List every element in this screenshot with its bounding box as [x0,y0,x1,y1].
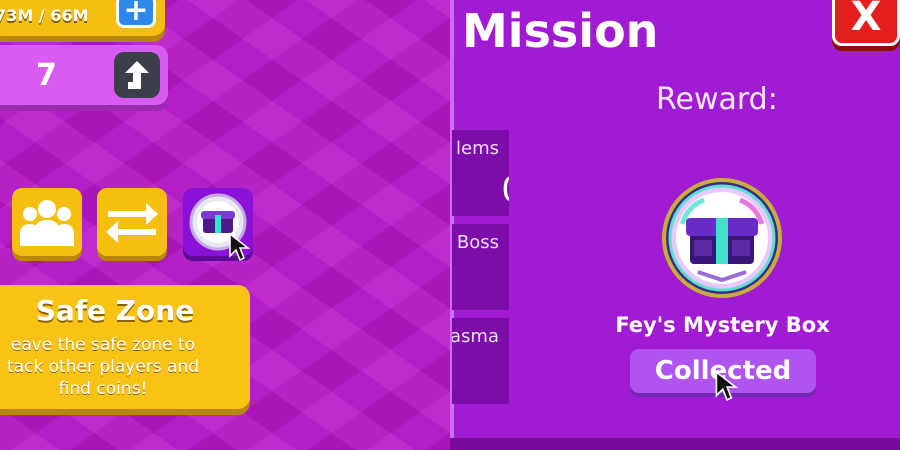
safe-zone-desc-line: eave the safe zone to [10,335,196,355]
players-button[interactable] [12,188,82,256]
upgrade-button[interactable] [114,52,160,98]
upgrade-arrow-icon [125,61,149,89]
trade-arrows-icon [106,203,158,243]
mission-card-label: lems [456,138,499,159]
safe-zone-title: Safe Zone [35,294,195,327]
mission-card[interactable]: asma [452,318,509,404]
close-icon: X [850,0,882,40]
reward-label: Reward: [656,82,778,117]
safe-zone-description: eave the safe zone to tack other players… [0,334,218,400]
buy-coins-button[interactable]: + [116,0,156,28]
mission-card-value: 0 [501,170,509,210]
mystery-box-icon [662,178,782,298]
plus-icon: + [123,0,149,28]
mission-card-label: Boss [456,232,499,253]
cursor-icon [229,232,250,262]
reward-name: Fey's Mystery Box [615,313,830,337]
mission-card-label: asma [452,326,499,347]
mission-panel-bottom-edge [450,438,900,450]
cursor-icon [715,370,738,401]
coin-counter-text: 373M / 66M [0,6,89,25]
mission-card[interactable]: lems 0 [452,130,509,216]
close-button[interactable]: X [832,0,900,46]
safe-zone-desc-line: find coins! [58,379,148,399]
safe-zone-desc-line: tack other players and [6,357,200,377]
mission-card[interactable]: Boss [452,224,509,310]
players-icon [20,200,74,246]
level-value: 7 [36,58,57,93]
trade-button[interactable] [97,188,167,256]
mission-title: Mission [462,4,659,58]
